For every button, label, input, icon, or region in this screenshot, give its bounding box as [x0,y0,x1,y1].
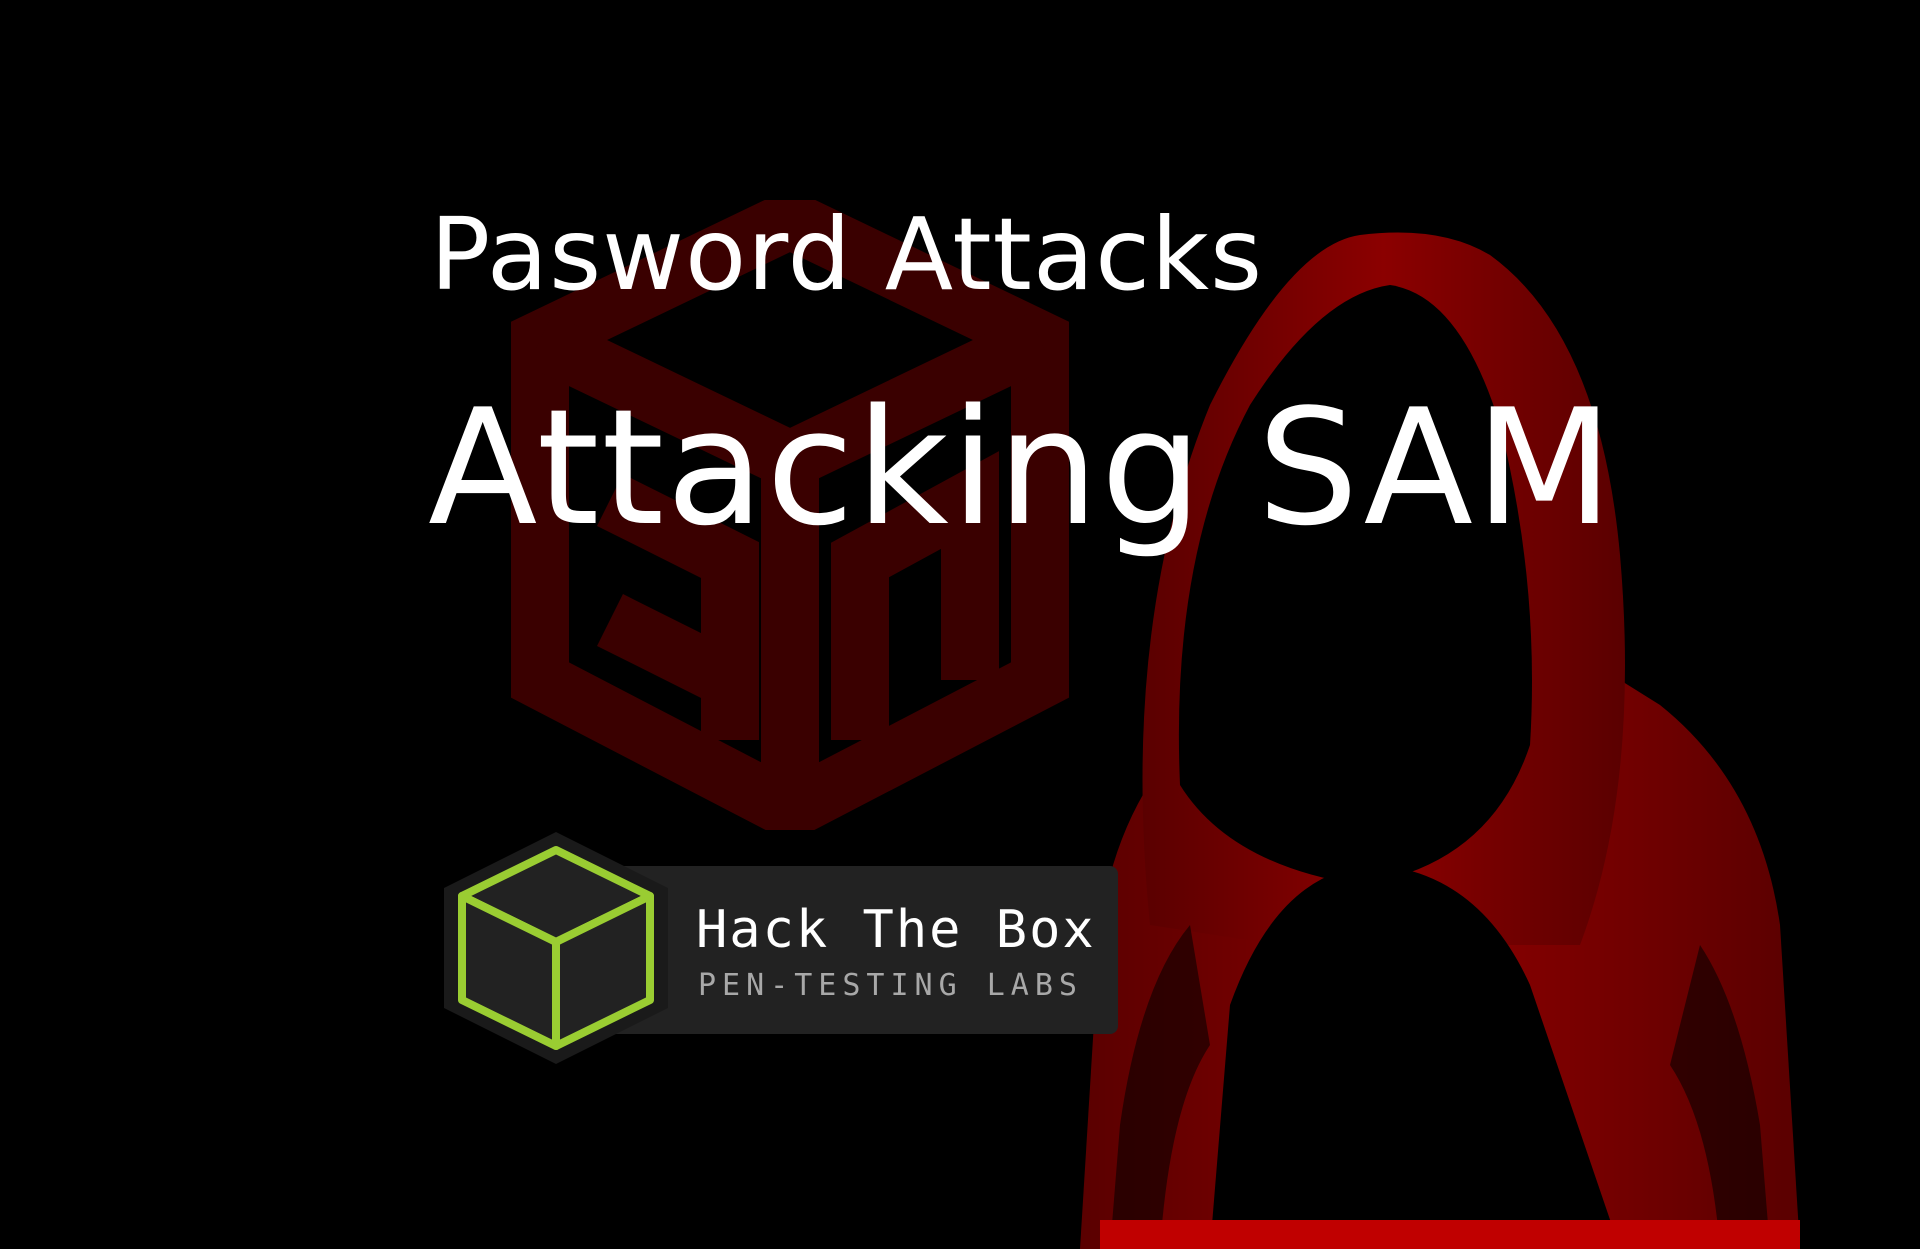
hack-the-box-badge: Hack The Box PEN-TESTING LABS [440,828,1120,1068]
badge-tagline: PEN-TESTING LABS [698,968,1083,1003]
slide-subtitle: Pasword Attacks [430,196,1264,313]
slide-title: Attacking SAM [428,374,1616,561]
hack-the-box-cube-icon [444,832,668,1064]
badge-name: Hack The Box [696,900,1096,960]
